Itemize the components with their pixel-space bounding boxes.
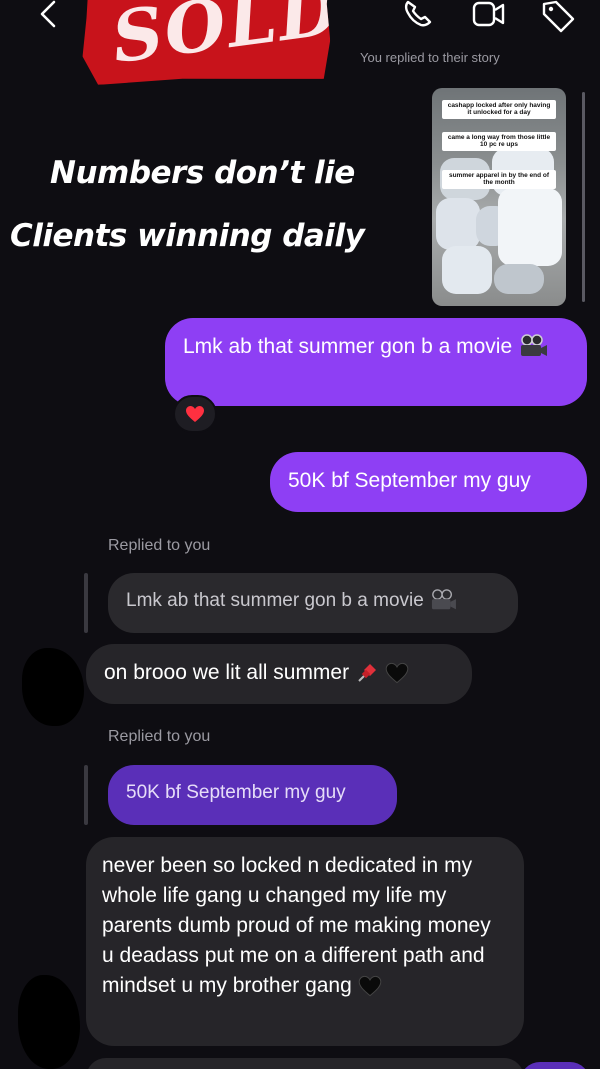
heart-icon [186,406,204,422]
sent-message-partial[interactable] [520,1062,590,1069]
bundle-shape [442,246,492,294]
quoted-message-2-text: 50K bf September my guy [126,782,346,803]
quote-bar-2 [84,765,88,825]
story-caption-1: cashapp locked after only having it unlo… [442,100,556,119]
received-message-1-text: on brooo we lit all summer [104,661,350,684]
received-message-2-text: never been so locked n dedicated in my w… [102,854,491,997]
story-reply-note: You replied to their story [360,50,500,65]
quote-bar-1 [84,573,88,633]
movie-camera-icon [521,334,547,357]
black-heart-icon [385,663,409,684]
scrollbar[interactable] [582,92,585,302]
sent-message-2-text: 50K bf September my guy [288,469,531,492]
sold-sticker: SOLD [81,0,331,85]
sent-message-1[interactable]: Lmk ab that summer gon b a movie [165,318,587,406]
phone-icon[interactable] [400,0,436,34]
quoted-message-2[interactable]: 50K bf September my guy [108,765,397,825]
quoted-message-1-text: Lmk ab that summer gon b a movie [126,590,424,612]
tag-icon[interactable] [540,0,576,34]
video-icon[interactable] [470,0,506,34]
back-icon[interactable] [30,0,70,34]
movie-camera-icon [432,589,457,610]
quoted-message-1[interactable]: Lmk ab that summer gon b a movie [108,573,518,633]
received-message-3-partial[interactable] [86,1058,524,1069]
heart-reaction[interactable] [173,395,217,433]
sold-text: SOLD [107,0,346,80]
story-caption-2: came a long way from those little 10 pc … [442,132,556,151]
replied-label-1: Replied to you [108,537,211,554]
overlay-caption-2: Clients winning daily [10,218,365,254]
bundle-shape [436,198,480,250]
story-thumbnail[interactable]: cashapp locked after only having it unlo… [432,88,566,306]
overlay-caption-1: Numbers don’t lie [50,155,355,191]
pushpin-icon [358,664,376,683]
received-message-2[interactable]: never been so locked n dedicated in my w… [86,837,524,1046]
dm-thread-screen: SOLD You replied to their story Numbers … [0,0,600,1069]
sent-message-2[interactable]: 50K bf September my guy [270,452,587,512]
bundle-shape [494,264,544,294]
sent-message-1-text: Lmk ab that summer gon b a movie [183,335,513,358]
avatar-redacted-1[interactable] [22,648,84,726]
replied-label-2: Replied to you [108,728,211,745]
avatar-redacted-2[interactable] [18,975,80,1069]
received-message-1[interactable]: on brooo we lit all summer [86,644,472,704]
story-caption-3: summer apparel in by the end of the mont… [442,170,556,189]
bundle-shape [498,188,562,266]
black-heart-icon [358,976,381,997]
